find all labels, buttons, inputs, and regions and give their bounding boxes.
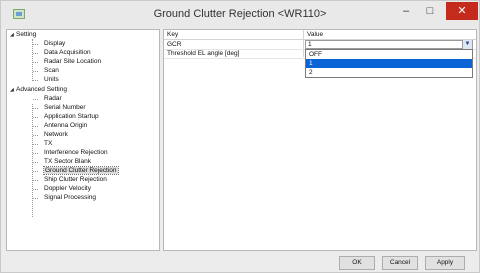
tree-group-setting[interactable]: ◢ Setting [10, 31, 36, 39]
tree-item-radar-site-location[interactable]: Radar Site Location [44, 58, 101, 66]
column-header-value[interactable]: Value [304, 30, 323, 39]
tree-item-antenna-origin[interactable]: Antenna Origin [44, 122, 87, 130]
tree-item-application-startup[interactable]: Application Startup [44, 113, 99, 121]
tree-branch [33, 99, 38, 100]
tree-branch [33, 53, 38, 54]
dropdown-option-off[interactable]: OFF [306, 50, 472, 59]
settings-window: Ground Clutter Rejection <WR110> – □ ✕ ◢… [0, 0, 480, 273]
maximize-button[interactable]: □ [419, 2, 441, 20]
tree-branch [33, 135, 38, 136]
tree-branch [33, 189, 38, 190]
gcr-dropdown-list: OFF 1 2 [305, 49, 473, 78]
dropdown-option-2[interactable]: 2 [306, 68, 472, 77]
tree-branch [33, 180, 38, 181]
minimize-button[interactable]: – [395, 2, 417, 20]
tree-item-serial-number[interactable]: Serial Number [44, 104, 86, 112]
row-key-threshold-el-angle[interactable]: Threshold EL angle [deg] [164, 49, 239, 58]
settings-tree: ◢ Setting Display Data Acquisition Radar … [6, 29, 160, 251]
tree-branch [33, 144, 38, 145]
property-grid: Key Value GCR Threshold EL angle [deg] 1… [163, 29, 477, 251]
tree-item-network[interactable]: Network [44, 131, 68, 139]
title-bar[interactable]: Ground Clutter Rejection <WR110> – □ ✕ [1, 1, 479, 28]
column-header-key[interactable]: Key [164, 30, 178, 39]
selected-item-label: Ground Clutter Rejection [43, 166, 119, 175]
tree-connector [32, 104, 33, 217]
dropdown-option-1[interactable]: 1 [306, 59, 472, 68]
tree-item-tx[interactable]: TX [44, 140, 52, 148]
tree-branch [33, 126, 38, 127]
tree-item-signal-processing[interactable]: Signal Processing [44, 194, 96, 202]
ok-button[interactable]: OK [339, 256, 375, 270]
tree-branch [33, 162, 38, 163]
cancel-button[interactable]: Cancel [382, 256, 418, 270]
tree-item-tx-sector-blank[interactable]: TX Sector Blank [44, 158, 91, 166]
tree-branch [33, 80, 38, 81]
tree-item-doppler-velocity[interactable]: Doppler Velocity [44, 185, 91, 193]
tree-branch [33, 117, 38, 118]
tree-branch [33, 44, 38, 45]
tree-item-ship-clutter-rejection[interactable]: Ship Clutter Rejection [44, 176, 107, 184]
tree-item-radar[interactable]: Radar [44, 95, 62, 103]
tree-item-scan[interactable]: Scan [44, 67, 59, 75]
tree-branch [33, 62, 38, 63]
tree-branch [33, 171, 38, 172]
tree-connector [32, 39, 33, 81]
gcr-value-select[interactable]: 1 ▼ [305, 40, 473, 49]
close-button[interactable]: ✕ [446, 2, 478, 20]
tree-item-data-acquisition[interactable]: Data Acquisition [44, 49, 91, 57]
tree-branch [33, 153, 38, 154]
tree-item-units[interactable]: Units [44, 76, 59, 84]
chevron-down-icon[interactable]: ▼ [462, 40, 472, 49]
gcr-selected-value: 1 [308, 41, 312, 48]
apply-button[interactable]: Apply [425, 256, 465, 270]
tree-item-display[interactable]: Display [44, 40, 65, 48]
tree-item-interference-rejection[interactable]: Interference Rejection [44, 149, 108, 157]
tree-branch [33, 108, 38, 109]
tree-group-advanced-setting[interactable]: ◢ Advanced Setting [10, 86, 67, 94]
row-key-gcr[interactable]: GCR [164, 40, 181, 49]
tree-item-ground-clutter-rejection[interactable]: Ground Clutter Rejection [43, 166, 119, 175]
tree-branch [33, 71, 38, 72]
tree-branch [33, 198, 38, 199]
